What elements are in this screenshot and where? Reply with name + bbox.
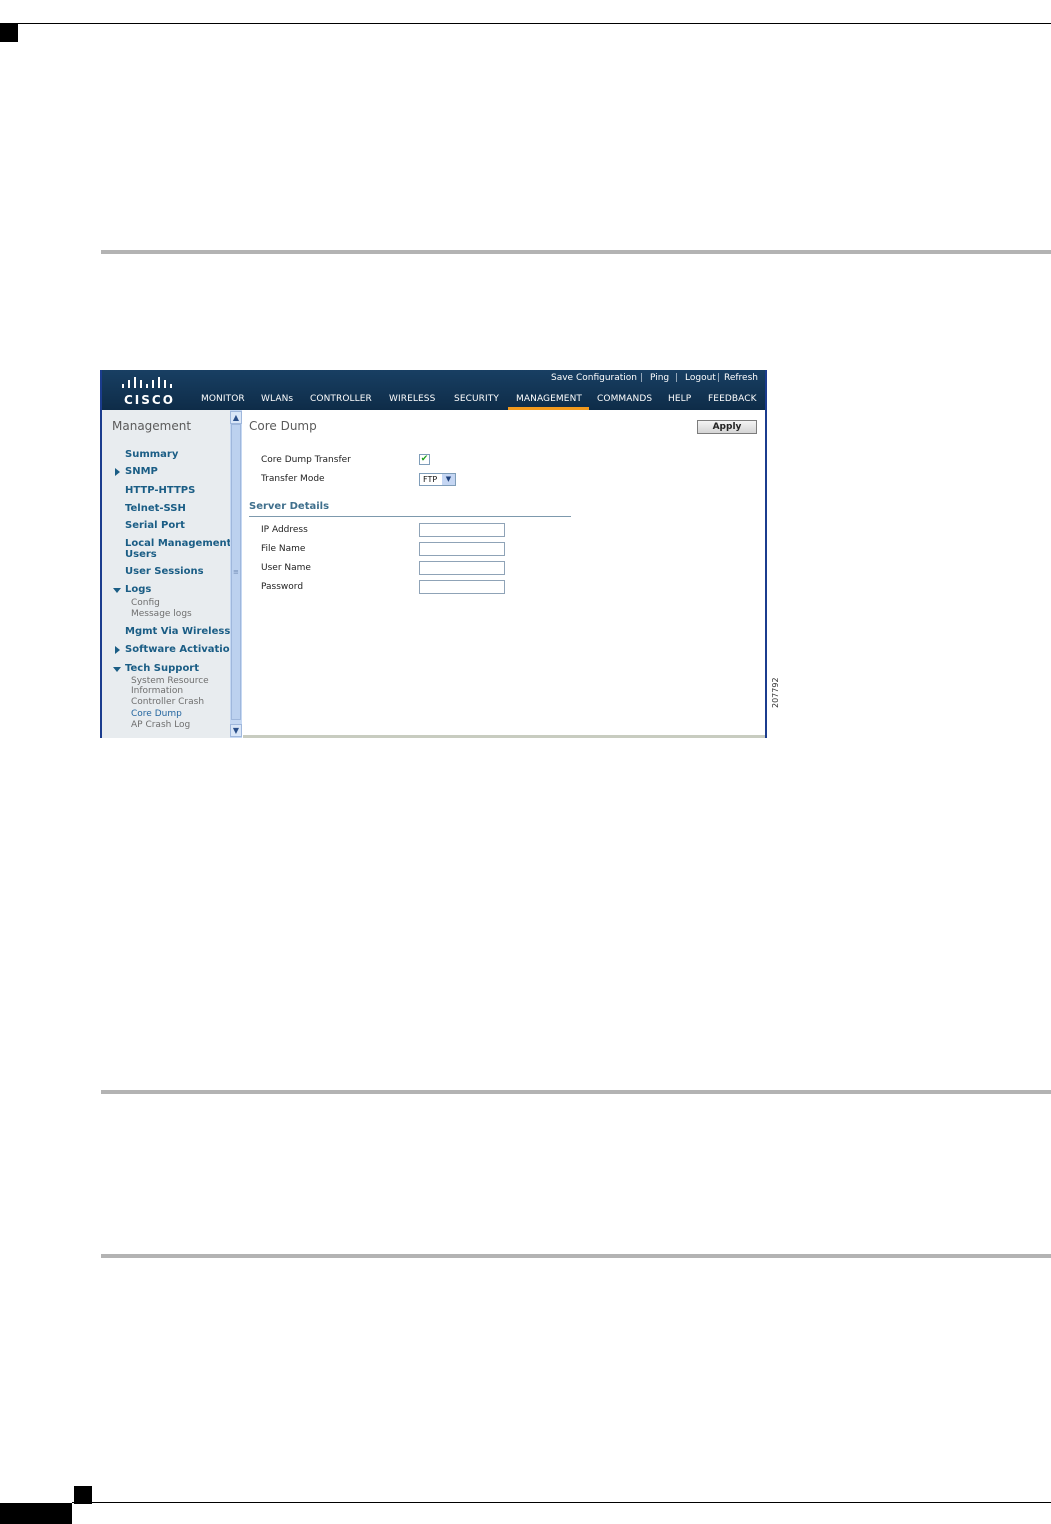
transfer-mode-label: Transfer Mode — [261, 474, 325, 484]
separator-rule — [101, 1090, 1051, 1094]
checkmark-icon: ✔ — [420, 454, 429, 464]
ip-address-input[interactable] — [419, 523, 505, 537]
separator-rule — [101, 1254, 1051, 1258]
cisco-logo-icon — [122, 377, 172, 388]
page-title: Core Dump — [249, 419, 317, 433]
nav-management[interactable]: MANAGEMENT — [516, 394, 582, 404]
sidebar-subitem-controller-crash[interactable]: Controller Crash — [131, 697, 204, 707]
sidebar-item-software-activation[interactable]: Software Activation — [125, 645, 237, 655]
sidebar-title: Management — [112, 419, 192, 433]
scrollbar-grip-icon: ≡ — [233, 568, 239, 576]
password-label: Password — [261, 582, 304, 592]
collapse-arrow-icon[interactable] — [113, 667, 121, 672]
user-name-label: User Name — [261, 563, 311, 573]
nav-wlans[interactable]: WLANs — [261, 394, 293, 404]
scroll-up-icon[interactable]: ▲ — [230, 411, 242, 424]
figure-number: 207792 — [771, 677, 780, 708]
file-name-input[interactable] — [419, 542, 505, 556]
top-rule — [0, 23, 1051, 24]
sidebar-subitem-message-logs[interactable]: Message logs — [131, 609, 192, 619]
save-configuration-link[interactable]: Save Configuration — [551, 373, 637, 383]
sidebar-item-logs[interactable]: Logs — [125, 585, 151, 595]
user-name-input[interactable] — [419, 561, 505, 575]
nav-feedback[interactable]: FEEDBACK — [708, 394, 757, 404]
password-input[interactable] — [419, 580, 505, 594]
bottom-rule — [72, 1502, 1051, 1503]
separator-rule — [101, 250, 1051, 254]
scroll-down-icon[interactable]: ▼ — [230, 724, 242, 737]
sidebar-item-summary[interactable]: Summary — [125, 450, 178, 460]
link-separator: | — [640, 373, 644, 383]
ip-address-label: IP Address — [261, 525, 308, 535]
sidebar-subitem-system-resource[interactable]: System Resource — [131, 676, 209, 686]
nav-commands[interactable]: COMMANDS — [597, 394, 652, 404]
sidebar-subitem-ap-crash-log[interactable]: AP Crash Log — [131, 720, 190, 730]
sidebar-item-user-sessions[interactable]: User Sessions — [125, 567, 204, 577]
collapse-arrow-icon[interactable] — [113, 588, 121, 593]
nav-active-indicator — [508, 407, 589, 410]
nav-wireless[interactable]: WIRELESS — [389, 394, 435, 404]
file-name-label: File Name — [261, 544, 306, 554]
sidebar-subitem-config[interactable]: Config — [131, 598, 160, 608]
footer-block — [0, 1503, 72, 1524]
expand-arrow-icon[interactable] — [115, 468, 120, 476]
nav-help[interactable]: HELP — [668, 394, 691, 404]
section-divider — [249, 516, 571, 517]
expand-arrow-icon[interactable] — [115, 646, 120, 654]
link-separator: | — [675, 373, 679, 383]
sidebar-item-http-https[interactable]: HTTP-HTTPS — [125, 486, 195, 496]
ping-link[interactable]: Ping — [650, 373, 669, 383]
link-separator: | — [717, 373, 721, 383]
chevron-down-icon[interactable]: ▼ — [442, 474, 455, 485]
sidebar-item-snmp[interactable]: SNMP — [125, 467, 158, 477]
sidebar-subitem-information[interactable]: Information — [131, 686, 183, 696]
refresh-link[interactable]: Refresh — [724, 373, 758, 383]
core-dump-transfer-label: Core Dump Transfer — [261, 455, 351, 465]
sidebar-item-mgmt-via-wireless[interactable]: Mgmt Via Wireless — [125, 627, 230, 637]
nav-controller[interactable]: CONTROLLER — [310, 394, 372, 404]
sidebar-subitem-core-dump[interactable]: Core Dump — [131, 709, 182, 719]
apply-button[interactable]: Apply — [697, 420, 757, 434]
page-corner-mark — [74, 1486, 92, 1504]
page-corner-mark — [0, 24, 18, 42]
cisco-logo-text: CISCO — [124, 393, 175, 407]
logout-link[interactable]: Logout — [685, 373, 716, 383]
transfer-mode-value: FTP — [423, 475, 438, 484]
sidebar-item-local-management[interactable]: Local Management — [125, 539, 231, 549]
figure-bottom-edge — [243, 735, 767, 738]
sidebar-item-telnet-ssh[interactable]: Telnet-SSH — [125, 504, 186, 514]
sidebar-item-users[interactable]: Users — [125, 550, 157, 560]
nav-security[interactable]: SECURITY — [454, 394, 499, 404]
sidebar-item-serial-port[interactable]: Serial Port — [125, 521, 185, 531]
core-dump-transfer-checkbox[interactable]: ✔ — [419, 454, 430, 465]
nav-monitor[interactable]: MONITOR — [201, 394, 245, 404]
server-details-heading: Server Details — [249, 501, 330, 512]
sidebar-item-tech-support[interactable]: Tech Support — [125, 664, 199, 674]
